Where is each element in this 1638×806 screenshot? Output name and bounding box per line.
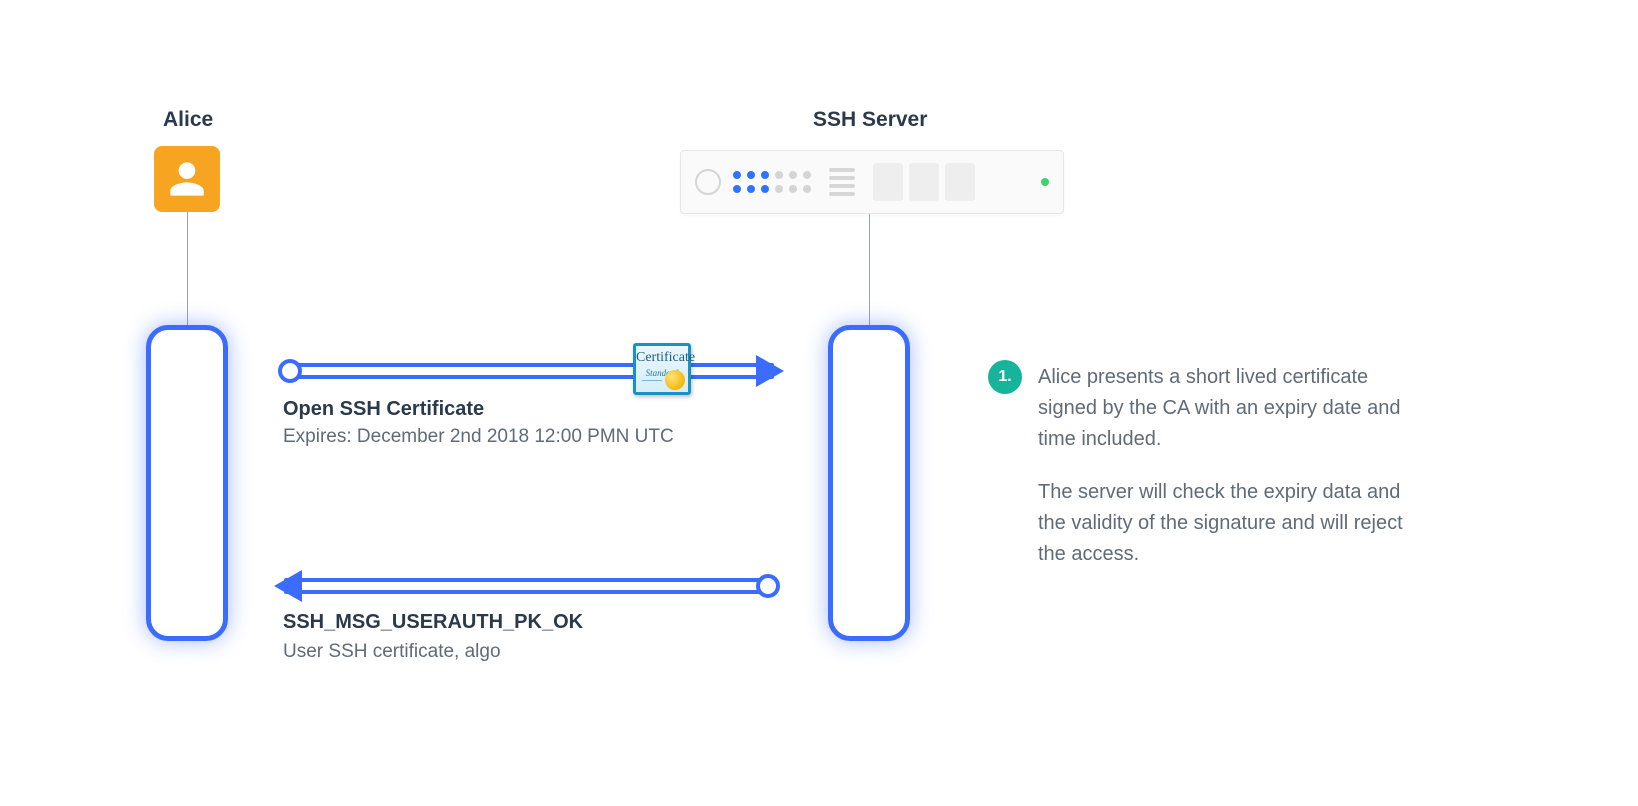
response-subtitle: User SSH certificate, algo (283, 641, 501, 663)
lifeline-alice (146, 325, 228, 641)
connector-server (869, 214, 870, 325)
arrow-left-icon (274, 570, 302, 602)
step-number-badge: 1. (988, 360, 1022, 394)
user-icon (167, 159, 207, 199)
seal-icon (665, 370, 685, 390)
diagram-canvas: Alice SSH Server Certificate Standard Op… (0, 0, 1638, 806)
arrow-right-icon (756, 355, 784, 387)
actor-title-server: SSH Server (813, 108, 927, 132)
flow-origin-icon (756, 574, 780, 598)
flow-origin-icon (278, 359, 302, 383)
certificate-badge: Certificate Standard (633, 343, 691, 395)
step-number: 1. (998, 368, 1011, 386)
step-description: Alice presents a short lived certificate… (1038, 362, 1428, 570)
request-title: Open SSH Certificate (283, 398, 484, 421)
certificate-word: Certificate (636, 350, 688, 366)
response-title: SSH_MSG_USERAUTH_PK_OK (283, 611, 583, 634)
flow-bar (284, 578, 774, 594)
flow-response (284, 573, 774, 599)
request-subtitle: Expires: December 2nd 2018 12:00 PMN UTC (283, 426, 674, 448)
avatar-alice (154, 146, 220, 212)
lifeline-server (828, 325, 910, 641)
server-dots (733, 171, 811, 193)
server-stripes (829, 168, 855, 196)
flow-bar (284, 363, 774, 379)
step-para-1: Alice presents a short lived certificate… (1038, 362, 1428, 455)
server-device (680, 150, 1064, 214)
server-slots (873, 163, 975, 201)
step-para-2: The server will check the expiry data an… (1038, 477, 1428, 570)
certificate-line (642, 380, 662, 381)
power-icon (695, 169, 721, 195)
flow-request (284, 358, 774, 384)
status-led-icon (1041, 178, 1049, 186)
connector-alice (187, 212, 188, 325)
actor-title-alice: Alice (163, 108, 213, 132)
